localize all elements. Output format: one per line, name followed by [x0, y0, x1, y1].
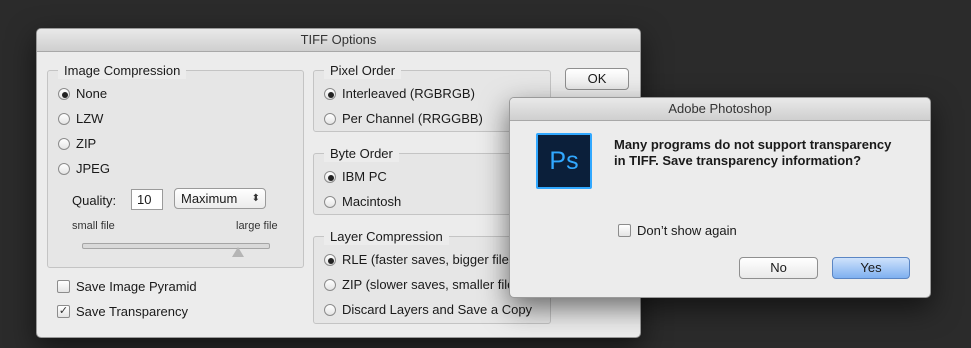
save-transparency-label: Save Transparency — [76, 304, 189, 319]
byte-order-ibm-option[interactable]: IBM PC — [324, 169, 387, 184]
dont-show-again-checkbox[interactable] — [618, 224, 631, 237]
compression-zip-radio[interactable] — [58, 137, 70, 150]
pixel-order-per-channel-radio[interactable] — [324, 112, 336, 125]
layer-compression-title: Layer Compression — [324, 228, 449, 245]
yes-button[interactable]: Yes — [832, 257, 910, 279]
pixel-order-interleaved-radio[interactable] — [324, 87, 336, 100]
pixel-order-interleaved-label: Interleaved (RGBRGB) — [342, 86, 475, 101]
byte-order-mac-label: Macintosh — [342, 194, 402, 209]
save-transparency-checkbox[interactable]: ✓ — [57, 305, 70, 318]
small-file-label: small file — [72, 220, 115, 232]
pixel-order-per-channel-label: Per Channel (RRGGBB) — [342, 111, 483, 126]
quality-preset-popup[interactable]: Maximum ⬍ — [174, 188, 266, 209]
compression-none-label: None — [76, 86, 108, 101]
compression-lzw-option[interactable]: LZW — [58, 111, 103, 126]
save-image-pyramid-option[interactable]: Save Image Pyramid — [57, 279, 197, 294]
layer-zip-radio[interactable] — [324, 278, 336, 291]
quality-field[interactable]: 10 — [131, 189, 163, 210]
layer-discard-label: Discard Layers and Save a Copy — [342, 302, 533, 317]
layer-zip-label: ZIP (slower saves, smaller files) — [342, 277, 526, 292]
layer-rle-label: RLE (faster saves, bigger files) — [342, 252, 520, 267]
byte-order-mac-radio[interactable] — [324, 195, 336, 208]
compression-lzw-radio[interactable] — [58, 112, 70, 125]
image-compression-title: Image Compression — [58, 62, 187, 79]
quality-preset-value: Maximum — [181, 191, 238, 206]
no-button[interactable]: No — [739, 257, 818, 279]
compression-jpeg-label: JPEG — [76, 161, 110, 176]
save-transparency-option[interactable]: ✓ Save Transparency — [57, 304, 188, 319]
pixel-order-title: Pixel Order — [324, 62, 402, 79]
byte-order-ibm-radio[interactable] — [324, 170, 336, 183]
pixel-order-per-channel-option[interactable]: Per Channel (RRGGBB) — [324, 111, 483, 126]
layer-rle-option[interactable]: RLE (faster saves, bigger files) — [324, 252, 520, 267]
compression-jpeg-radio[interactable] — [58, 162, 70, 175]
compression-none-option[interactable]: None — [58, 86, 107, 101]
byte-order-ibm-label: IBM PC — [342, 169, 387, 184]
compression-zip-label: ZIP — [76, 136, 97, 151]
quality-slider-thumb[interactable] — [232, 247, 244, 257]
layer-rle-radio[interactable] — [324, 253, 336, 266]
ok-button[interactable]: OK — [565, 68, 629, 90]
save-image-pyramid-label: Save Image Pyramid — [76, 279, 197, 294]
alert-message: Many programs do not support transparenc… — [614, 137, 892, 168]
save-image-pyramid-checkbox[interactable] — [57, 280, 70, 293]
alert-title: Adobe Photoshop — [510, 98, 930, 121]
byte-order-title: Byte Order — [324, 145, 399, 162]
layer-discard-option[interactable]: Discard Layers and Save a Copy — [324, 302, 532, 317]
photoshop-alert-dialog: Adobe Photoshop Ps Many programs do not … — [509, 97, 931, 298]
compression-jpeg-option[interactable]: JPEG — [58, 161, 110, 176]
popup-arrows-icon: ⬍ — [251, 193, 260, 204]
compression-zip-option[interactable]: ZIP — [58, 136, 96, 151]
tiff-options-title: TIFF Options — [37, 29, 640, 52]
layer-discard-radio[interactable] — [324, 303, 336, 316]
compression-lzw-label: LZW — [76, 111, 104, 126]
quality-label: Quality: — [72, 193, 117, 208]
dont-show-again-label: Don’t show again — [637, 223, 737, 238]
layer-zip-option[interactable]: ZIP (slower saves, smaller files) — [324, 277, 525, 292]
dont-show-again-option[interactable]: Don’t show again — [618, 223, 737, 238]
image-compression-group: Image Compression None LZW ZIP JPEG Qual… — [47, 62, 304, 268]
compression-none-radio[interactable] — [58, 87, 70, 100]
photoshop-app-icon: Ps — [536, 133, 592, 189]
large-file-label: large file — [236, 220, 278, 232]
byte-order-mac-option[interactable]: Macintosh — [324, 194, 401, 209]
pixel-order-interleaved-option[interactable]: Interleaved (RGBRGB) — [324, 86, 475, 101]
